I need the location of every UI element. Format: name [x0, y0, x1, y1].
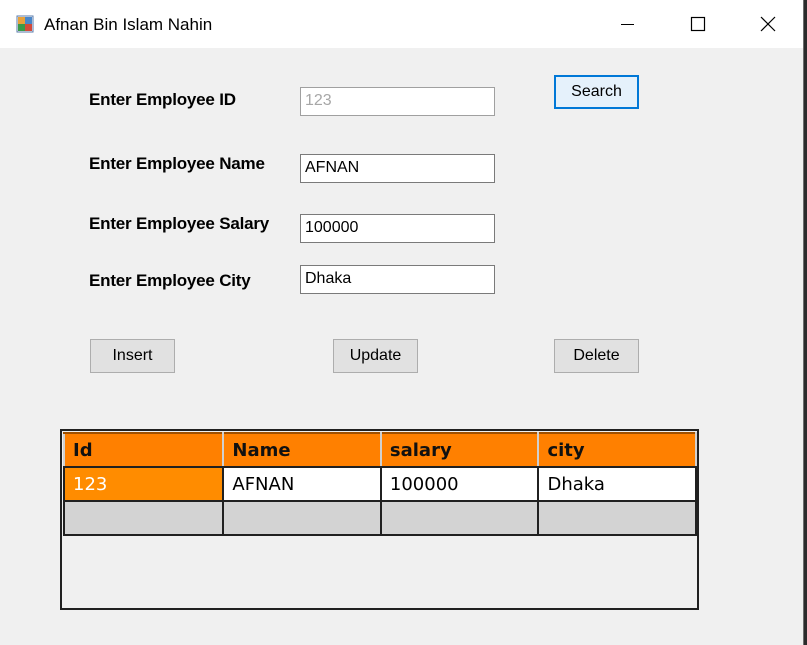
- maximize-icon: [690, 16, 706, 32]
- app-window: Afnan Bin Islam Nahin Enter Employee ID …: [0, 0, 804, 645]
- close-button[interactable]: [733, 0, 803, 48]
- cell-name[interactable]: AFNAN: [222, 466, 382, 502]
- column-header-city[interactable]: city: [537, 432, 697, 468]
- column-header-id[interactable]: Id: [62, 432, 225, 468]
- employee-name-field[interactable]: AFNAN: [300, 154, 495, 183]
- employee-city-label: Enter Employee City: [89, 271, 251, 290]
- title-bar[interactable]: Afnan Bin Islam Nahin: [0, 0, 803, 48]
- employee-id-label: Enter Employee ID: [89, 90, 236, 109]
- employee-city-field[interactable]: Dhaka: [300, 265, 495, 294]
- employee-salary-label: Enter Employee Salary: [89, 214, 270, 233]
- window-title: Afnan Bin Islam Nahin: [44, 15, 213, 34]
- table-row[interactable]: 123 AFNAN 100000 Dhaka: [62, 466, 697, 502]
- app-icon: [16, 15, 34, 33]
- insert-button[interactable]: Insert: [90, 339, 175, 373]
- employee-data-grid[interactable]: Id Name salary city 123 AFNAN 100000 Dha…: [60, 429, 699, 610]
- new-row-cell[interactable]: [62, 500, 225, 536]
- employee-id-field[interactable]: 123: [300, 87, 495, 116]
- employee-salary-field[interactable]: 100000: [300, 214, 495, 243]
- column-header-name[interactable]: Name: [222, 432, 382, 468]
- cell-city[interactable]: Dhaka: [537, 466, 697, 502]
- cell-id[interactable]: 123: [62, 466, 225, 502]
- update-button[interactable]: Update: [333, 339, 418, 373]
- cell-salary[interactable]: 100000: [379, 466, 540, 502]
- employee-name-label: Enter Employee Name: [89, 154, 265, 173]
- delete-button[interactable]: Delete: [554, 339, 639, 373]
- employee-table: Id Name salary city 123 AFNAN 100000 Dha…: [62, 432, 697, 536]
- column-header-salary[interactable]: salary: [379, 432, 540, 468]
- search-button[interactable]: Search: [554, 75, 639, 109]
- new-row[interactable]: [62, 500, 697, 536]
- minimize-icon: [621, 24, 634, 25]
- new-row-cell[interactable]: [537, 500, 697, 536]
- close-icon: [760, 16, 776, 32]
- minimize-button[interactable]: [593, 0, 663, 48]
- new-row-cell[interactable]: [222, 500, 382, 536]
- new-row-cell[interactable]: [379, 500, 540, 536]
- maximize-button[interactable]: [663, 0, 733, 48]
- grid-header-row: Id Name salary city: [62, 432, 697, 468]
